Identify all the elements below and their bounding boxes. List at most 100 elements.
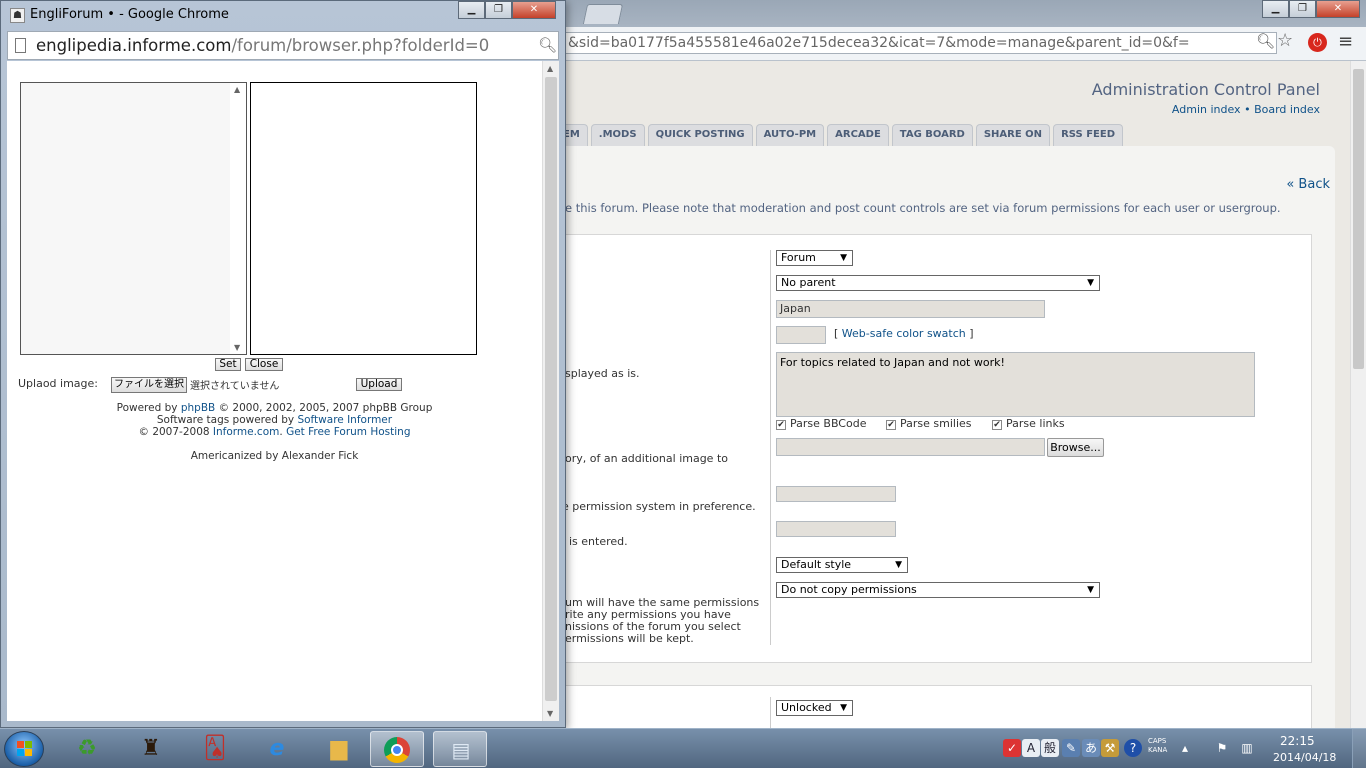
forum-status-value: Unlocked	[781, 701, 832, 714]
new-tab-button[interactable]	[582, 4, 624, 24]
set-button[interactable]: Set	[215, 358, 241, 371]
clock-time[interactable]: 22:15	[1280, 734, 1315, 748]
ime-mode-indicator[interactable]: A	[1022, 739, 1040, 757]
tab-share-on[interactable]: SHARE ON	[975, 124, 1051, 146]
scroll-up-icon[interactable]: ▲	[234, 85, 240, 94]
tab-tag-board[interactable]: TAG BOARD	[891, 124, 973, 146]
tab-rss-feed[interactable]: RSS FEED	[1053, 124, 1123, 146]
system-tray: ✓ A 般 ✎ あ ⚒ ? CAPS KANA ▴ ⚑ ▥ 22:15 2014/…	[1000, 729, 1366, 768]
tab-auto-pm[interactable]: AUTO-PM	[755, 124, 825, 146]
phpbb-link[interactable]: phpBB	[181, 402, 215, 414]
close-button[interactable]: Close	[245, 358, 283, 371]
network-icon[interactable]: ▥	[1238, 739, 1256, 757]
upload-image-label: Uplaod image:	[18, 377, 99, 390]
credits-line-3: © 2007-2008 Informe.com. Get Free Forum …	[7, 426, 542, 438]
credits-line-1: Powered by phpBB © 2000, 2002, 2005, 200…	[7, 402, 542, 414]
forum-password-input[interactable]	[776, 486, 896, 502]
choose-file-button[interactable]: ファイルを選択	[111, 377, 187, 393]
password-help-text: e permission system in preference.	[562, 500, 756, 513]
close-window-button[interactable]: ✕	[1316, 0, 1360, 18]
maximize-button[interactable]: ❐	[1289, 0, 1316, 18]
bracket-close: ]	[969, 327, 974, 340]
link-separator: •	[1244, 103, 1251, 116]
column-divider	[770, 697, 771, 728]
parent-forum-select[interactable]: No parent ▼	[776, 275, 1100, 291]
background-address-bar[interactable]: &sid=ba0177f5a455581e46a02e715decea32&ic…	[565, 32, 1277, 54]
tab-arcade[interactable]: ARCADE	[827, 124, 889, 146]
scrollbar-thumb[interactable]	[1353, 69, 1364, 369]
copy-permissions-value: Do not copy permissions	[781, 583, 917, 596]
taskbar-chrome[interactable]	[370, 731, 424, 767]
forum-name-input[interactable]: Japan	[776, 300, 1045, 318]
free-forum-hosting-link[interactable]: Get Free Forum Hosting	[286, 426, 410, 438]
software-informer-link[interactable]: Software Informer	[297, 414, 392, 426]
search-icon[interactable]: 🔍︎	[538, 36, 557, 54]
folder-list[interactable]: ▲ ▼	[20, 82, 247, 355]
forum-style-select[interactable]: Default style ▼	[776, 557, 908, 573]
forum-password-confirm-input[interactable]	[776, 521, 896, 537]
forum-color-input[interactable]	[776, 326, 826, 344]
scroll-up-icon[interactable]: ▲	[547, 64, 553, 73]
taskbar-app-3[interactable]: 🂡	[188, 731, 242, 767]
page-scrollbar[interactable]	[1350, 61, 1366, 728]
popup-close-window-button[interactable]: ✕	[512, 1, 556, 19]
scroll-down-icon[interactable]: ▼	[547, 709, 553, 718]
popup-browser-window: ☗ EngliForum • - Google Chrome ▁ ❐ ✕ eng…	[0, 0, 566, 728]
forum-image-input[interactable]	[776, 438, 1045, 456]
image-help-text: ory, of an additional image to	[565, 452, 728, 465]
search-icon[interactable]: 🔍︎	[1256, 32, 1275, 50]
ime-dictionary-icon[interactable]: あ	[1082, 739, 1100, 757]
taskbar-control-panel[interactable]: ▤	[433, 731, 487, 767]
parse-links-checkbox[interactable]: ✔ Parse links	[992, 417, 1065, 430]
scroll-down-icon[interactable]: ▼	[234, 343, 240, 352]
browse-button[interactable]: Browse...	[1047, 438, 1104, 457]
forum-status-select[interactable]: Unlocked ▼	[776, 700, 853, 716]
stop-icon[interactable]: ⏻	[1308, 33, 1327, 52]
taskbar-app-1[interactable]: ♻	[60, 731, 114, 767]
show-hidden-icons-icon[interactable]: ▴	[1176, 739, 1194, 757]
popup-address-bar[interactable]: englipedia.informe.com/forum/browser.php…	[7, 31, 559, 60]
ime-tools-icon[interactable]: ⚒	[1101, 739, 1119, 757]
popup-scrollbar[interactable]: ▲ ▼	[542, 61, 559, 721]
admin-index-link[interactable]: Admin index	[1172, 103, 1241, 116]
credits-text: © 2000, 2002, 2005, 2007 phpBB Group	[215, 402, 433, 414]
taskbar-file-explorer[interactable]: ▆	[312, 731, 366, 767]
dropdown-arrow-icon: ▼	[840, 253, 847, 263]
popup-maximize-button[interactable]: ❐	[485, 1, 512, 19]
popup-minimize-button[interactable]: ▁	[458, 1, 485, 19]
taskbar-app-2[interactable]: ♜	[124, 731, 178, 767]
antivirus-icon[interactable]: ✓	[1003, 739, 1021, 757]
help-icon[interactable]: ?	[1124, 739, 1142, 757]
forum-description-textarea[interactable]: For topics related to Japan and not work…	[776, 352, 1255, 417]
parse-smilies-label: Parse smilies	[900, 417, 972, 430]
image-browser-content: ▲ ▼ Set Close Uplaod image: ファイルを選択 選択され…	[7, 61, 542, 721]
minimize-button[interactable]: ▁	[1262, 0, 1289, 18]
parse-bbcode-checkbox[interactable]: ✔ Parse BBCode	[776, 417, 866, 430]
ime-kanji-indicator[interactable]: 般	[1041, 739, 1059, 757]
chrome-menu-icon[interactable]: ≡	[1338, 31, 1353, 52]
ime-toolbar-icon[interactable]: ✎	[1062, 739, 1080, 757]
web-safe-color-swatch-link[interactable]: [ Web-safe color swatch ]	[834, 327, 974, 340]
informe-link[interactable]: Informe.com	[213, 426, 279, 438]
acp-intro-text: e this forum. Please note that moderatio…	[565, 201, 1281, 215]
board-index-link[interactable]: Board index	[1254, 103, 1320, 116]
forum-type-select[interactable]: Forum ▼	[776, 250, 853, 266]
action-center-flag-icon[interactable]: ⚑	[1213, 739, 1231, 757]
show-desktop-button[interactable]	[1352, 729, 1366, 768]
start-button[interactable]	[4, 731, 44, 767]
url-domain: englipedia.informe.com	[36, 36, 232, 55]
tab-mods[interactable]: .MODS	[590, 124, 645, 146]
back-link[interactable]: « Back	[1286, 177, 1330, 192]
tab-quick-posting[interactable]: QUICK POSTING	[647, 124, 753, 146]
taskbar-internet-explorer[interactable]: e	[250, 731, 304, 767]
upload-button[interactable]: Upload	[356, 378, 402, 391]
copy-permissions-select[interactable]: Do not copy permissions ▼	[776, 582, 1100, 598]
clock-date[interactable]: 2014/04/18	[1273, 751, 1336, 764]
folder-list-scrollbar[interactable]: ▲ ▼	[230, 83, 246, 354]
description-help-text: splayed as is.	[565, 367, 640, 380]
dropdown-arrow-icon: ▼	[895, 560, 902, 570]
bookmark-star-icon[interactable]: ☆	[1277, 30, 1293, 51]
scrollbar-thumb[interactable]	[545, 77, 557, 701]
parse-smilies-checkbox[interactable]: ✔ Parse smilies	[886, 417, 972, 430]
app-icon: ☗	[10, 8, 25, 23]
